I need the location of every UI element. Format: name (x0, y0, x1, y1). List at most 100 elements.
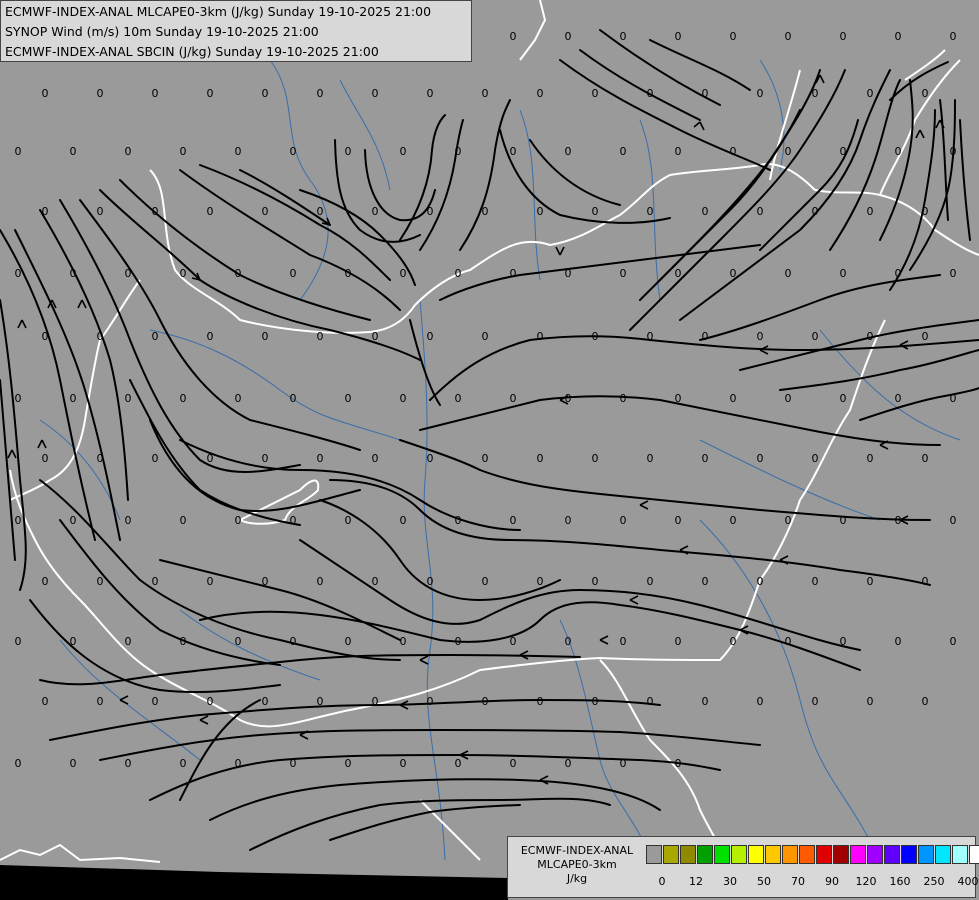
cape-value-label: 0 (647, 330, 654, 343)
cape-value-label: 0 (42, 205, 49, 218)
cape-value-label: 0 (290, 267, 297, 280)
cape-value-label: 0 (702, 575, 709, 588)
cape-value-label: 0 (400, 267, 407, 280)
legend-tick-label: 90 (825, 875, 839, 888)
cape-value-label: 0 (372, 330, 379, 343)
legend-swatch (765, 845, 781, 864)
cape-value-label: 0 (455, 635, 462, 648)
cape-value-label: 0 (895, 392, 902, 405)
legend-title-param: MLCAPE0-3km (537, 858, 617, 871)
legend-swatch (799, 845, 815, 864)
cape-value-label: 0 (620, 757, 627, 770)
cape-value-label: 0 (180, 757, 187, 770)
cape-value-label: 0 (207, 452, 214, 465)
cape-value-label: 0 (950, 514, 957, 527)
cape-value-label: 0 (400, 145, 407, 158)
cape-value-label: 0 (867, 575, 874, 588)
cape-value-label: 0 (235, 392, 242, 405)
cape-value-label: 0 (565, 30, 572, 43)
cape-value-label: 0 (207, 575, 214, 588)
cape-value-label: 0 (592, 87, 599, 100)
cape-value-label: 0 (372, 87, 379, 100)
cape-value-label: 0 (70, 267, 77, 280)
cape-value-label: 0 (290, 635, 297, 648)
cape-value-label: 0 (482, 575, 489, 588)
color-legend: ECMWF-INDEX-ANAL MLCAPE0-3km J/kg 0 12 30 5… (507, 836, 979, 898)
cape-value-label: 0 (427, 695, 434, 708)
cape-value-label: 0 (207, 205, 214, 218)
cape-value-label: 0 (730, 145, 737, 158)
cape-value-label: 0 (702, 205, 709, 218)
legend-tick-label: 250 (923, 875, 945, 888)
cape-value-label: 0 (152, 575, 159, 588)
legend-tick-label: 50 (757, 875, 771, 888)
cape-value-label: 0 (317, 575, 324, 588)
cape-value-label: 0 (565, 514, 572, 527)
cape-value-label: 0 (730, 392, 737, 405)
cape-value-label: 0 (262, 575, 269, 588)
cape-value-label: 0 (895, 635, 902, 648)
cape-value-label: 0 (922, 695, 929, 708)
cape-value-label: 0 (345, 757, 352, 770)
legend-swatch (935, 845, 951, 864)
cape-value-label: 0 (950, 30, 957, 43)
cape-value-label: 0 (675, 757, 682, 770)
cape-value-label: 0 (922, 330, 929, 343)
cape-value-label: 0 (757, 695, 764, 708)
cape-value-label: 0 (757, 87, 764, 100)
cape-value-label: 0 (317, 330, 324, 343)
cape-value-label: 0 (922, 205, 929, 218)
cape-value-label: 0 (125, 267, 132, 280)
map-title-box: ECMWF-INDEX-ANAL MLCAPE0-3km (J/kg) Sund… (0, 0, 472, 62)
cape-value-label: 0 (97, 330, 104, 343)
cape-value-label: 0 (70, 392, 77, 405)
cape-value-label: 0 (455, 145, 462, 158)
cape-value-label: 0 (400, 514, 407, 527)
cape-value-label: 0 (15, 267, 22, 280)
cape-value-label: 0 (207, 330, 214, 343)
cape-value-label: 0 (620, 392, 627, 405)
cape-value-label: 0 (345, 145, 352, 158)
cape-value-label: 0 (812, 87, 819, 100)
cape-value-label: 0 (15, 635, 22, 648)
cape-value-label: 0 (455, 267, 462, 280)
cape-value-label: 0 (812, 575, 819, 588)
cape-value-label: 0 (840, 635, 847, 648)
cape-value-label: 0 (840, 30, 847, 43)
cape-value-label: 0 (537, 452, 544, 465)
legend-swatch (816, 845, 832, 864)
cape-value-label: 0 (235, 145, 242, 158)
cape-value-label: 0 (70, 514, 77, 527)
cape-value-label: 0 (510, 635, 517, 648)
cape-value-label: 0 (785, 635, 792, 648)
cape-value-label: 0 (785, 30, 792, 43)
cape-value-label: 0 (400, 757, 407, 770)
cape-value-label: 0 (427, 330, 434, 343)
cape-value-label: 0 (592, 575, 599, 588)
title-line-mlcape: ECMWF-INDEX-ANAL MLCAPE0-3km (J/kg) Sund… (5, 4, 432, 19)
legend-tick-label: 400 (957, 875, 979, 888)
cape-value-label: 0 (42, 575, 49, 588)
cape-value-label: 0 (757, 205, 764, 218)
legend-swatch (680, 845, 696, 864)
cape-value-label: 0 (482, 205, 489, 218)
legend-swatch (952, 845, 968, 864)
cape-value-label: 0 (812, 205, 819, 218)
cape-value-label: 0 (950, 635, 957, 648)
legend-tick-label: 0 (658, 875, 666, 888)
cape-value-label: 0 (125, 392, 132, 405)
weather-map: 0 0 0 0 0 0 0 0 0 0 0 0 0 0 0 0 0 0 0 0 0 0 0 0 0 0 0 0 0 0 0 0 0 0 0 0 0 0 0 0… (0, 0, 979, 900)
cape-value-label: 0 (730, 30, 737, 43)
cape-value-label: 0 (345, 392, 352, 405)
cape-value-label: 0 (565, 267, 572, 280)
cape-value-label: 0 (840, 267, 847, 280)
cape-value-label: 0 (867, 87, 874, 100)
cape-value-label: 0 (785, 392, 792, 405)
cape-value-label: 0 (647, 205, 654, 218)
title-line-sbcin: ECMWF-INDEX-ANAL SBCIN (J/kg) Sunday 19-… (5, 44, 379, 59)
cape-value-label: 0 (840, 392, 847, 405)
cape-value-label: 0 (317, 452, 324, 465)
cape-value-label: 0 (537, 205, 544, 218)
cape-value-label: 0 (97, 575, 104, 588)
cape-value-label: 0 (510, 757, 517, 770)
